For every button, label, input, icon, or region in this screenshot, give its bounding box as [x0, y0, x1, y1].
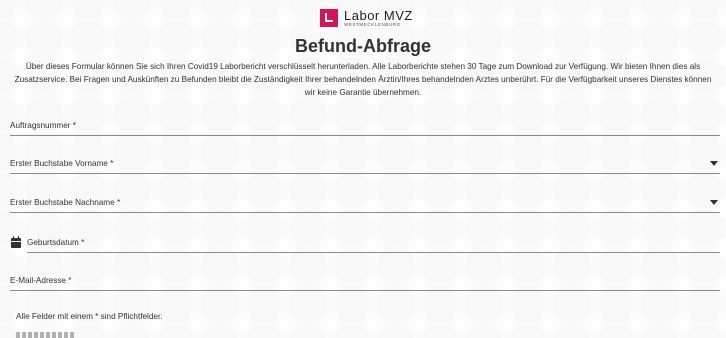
email-field[interactable]: E-Mail-Adresse *: [10, 269, 720, 291]
required-fields-note: Alle Felder mit einem * sind Pflichtfeld…: [16, 312, 163, 321]
email-label: E-Mail-Adresse *: [10, 276, 72, 285]
last-name-initial-label: Erster Buchstabe Nachname *: [10, 198, 121, 207]
first-name-initial-select[interactable]: Erster Buchstabe Vorname *: [10, 152, 720, 174]
first-name-initial-underline: [10, 173, 720, 174]
first-name-initial-label: Erster Buchstabe Vorname *: [10, 159, 114, 168]
calendar-icon[interactable]: [11, 236, 21, 248]
page-title: Befund-Abfrage: [295, 36, 431, 56]
birthdate-label: Geburtsdatum *: [27, 238, 85, 247]
chevron-down-icon[interactable]: [710, 200, 718, 205]
order-number-field[interactable]: Auftragsnummer *: [10, 114, 720, 136]
last-name-initial-select[interactable]: Erster Buchstabe Nachname *: [10, 191, 720, 213]
logo: Labor MVZ WESTMECKLENBURG: [320, 9, 413, 28]
cut-off-text: [16, 332, 76, 338]
chevron-down-icon[interactable]: [710, 161, 718, 166]
last-name-initial-underline: [10, 212, 720, 213]
logo-name: Labor MVZ: [344, 8, 413, 23]
birthdate-underline: [27, 252, 720, 253]
page: Labor MVZ WESTMECKLENBURG Befund-Abfrage…: [0, 0, 726, 338]
logo-subtitle: WESTMECKLENBURG: [344, 22, 401, 27]
logo-text: Labor MVZ WESTMECKLENBURG: [344, 9, 413, 28]
order-number-label: Auftragsnummer *: [10, 121, 76, 130]
intro-text: Über dieses Formular können Sie sich Ihr…: [14, 62, 712, 97]
order-number-underline: [10, 135, 720, 136]
email-underline: [10, 290, 720, 291]
birthdate-field[interactable]: Geburtsdatum *: [10, 231, 720, 253]
logo-mark-icon: [320, 9, 338, 28]
